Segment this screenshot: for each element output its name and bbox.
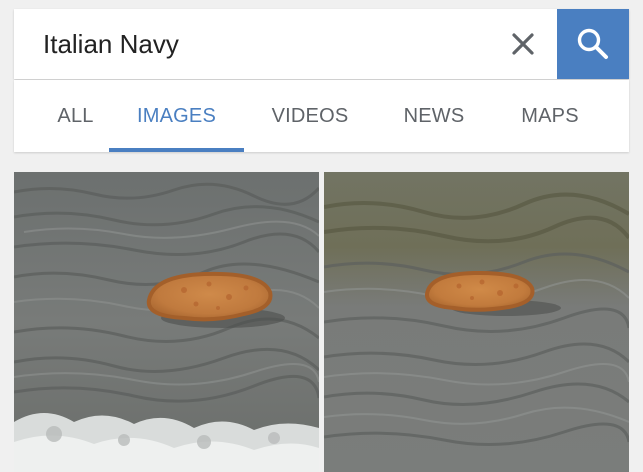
image-result[interactable] bbox=[324, 172, 629, 472]
active-tab-indicator bbox=[109, 148, 244, 152]
tab-news[interactable]: NEWS bbox=[386, 80, 482, 152]
clear-search-button[interactable] bbox=[504, 25, 542, 63]
tab-videos[interactable]: VIDEOS bbox=[254, 80, 366, 152]
tab-label: VIDEOS bbox=[271, 104, 349, 127]
search-button[interactable] bbox=[557, 9, 629, 79]
search-icon bbox=[577, 28, 608, 59]
tab-maps[interactable]: MAPS bbox=[500, 80, 600, 152]
tab-label: IMAGES bbox=[137, 104, 216, 127]
search-results-page: ALL IMAGES VIDEOS NEWS MAPS bbox=[0, 0, 643, 472]
close-icon bbox=[512, 33, 534, 55]
pizza-on-water-photo bbox=[324, 172, 629, 472]
tab-images[interactable]: IMAGES bbox=[109, 80, 244, 152]
tab-label: MAPS bbox=[521, 104, 579, 127]
search-bar bbox=[14, 9, 629, 79]
tab-label: NEWS bbox=[403, 104, 465, 127]
image-result[interactable] bbox=[14, 172, 319, 472]
search-input[interactable] bbox=[14, 9, 557, 79]
search-tabs: ALL IMAGES VIDEOS NEWS MAPS bbox=[14, 80, 629, 152]
pizza-on-water-photo bbox=[14, 172, 319, 472]
tab-label: ALL bbox=[57, 104, 94, 127]
